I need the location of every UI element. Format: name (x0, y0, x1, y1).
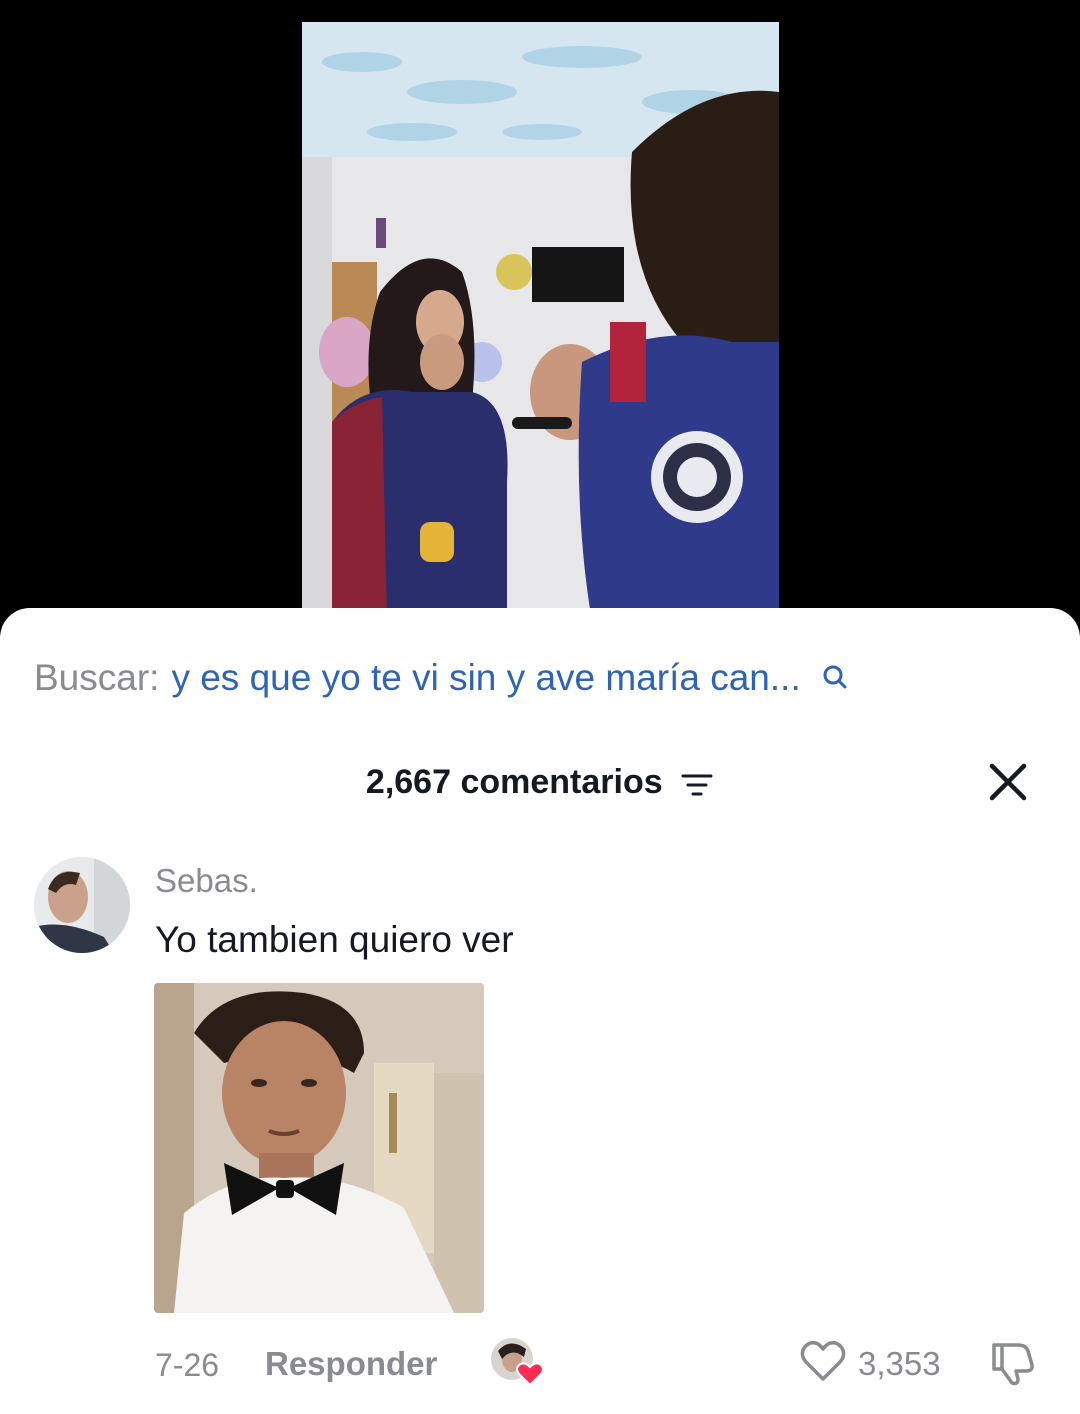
comments-header: 2,667 comentarios (0, 758, 1080, 804)
dislike-icon (992, 1343, 1034, 1386)
reply-button[interactable]: Responder (265, 1343, 437, 1385)
avatar[interactable] (34, 857, 130, 953)
video-thumbnail[interactable] (302, 22, 779, 622)
comment-username[interactable]: Sebas. (155, 861, 258, 901)
creator-liked-badge (490, 1337, 546, 1389)
like-count: 3,353 (858, 1345, 941, 1382)
search-query-link[interactable]: y es que yo te vi sin y ave maría can... (171, 654, 800, 702)
search-icon[interactable] (821, 655, 849, 689)
close-icon (989, 763, 1027, 801)
dislike-button[interactable] (988, 1339, 1038, 1387)
video-scene-illustration (302, 22, 779, 622)
like-button[interactable] (800, 1339, 846, 1383)
comment-image[interactable] (154, 983, 484, 1313)
search-label: Buscar: (34, 657, 160, 698)
comments-count: 2,667 comentarios (365, 763, 663, 802)
sort-icon[interactable] (680, 767, 714, 797)
comment-text: Yo tambien quiero ver (155, 919, 514, 960)
video-player[interactable] (0, 0, 1080, 640)
close-button[interactable] (984, 758, 1032, 806)
comment-meta-row: 7-26 Responder 3,353 (0, 1337, 1080, 1393)
heart-icon (800, 1340, 846, 1381)
comments-sheet: Buscar: y es que yo te vi sin y ave marí… (0, 608, 1080, 1414)
comment-timestamp: 7-26 (155, 1347, 220, 1383)
creator-liked-heart-icon (516, 1362, 544, 1387)
search-suggestion[interactable]: Buscar: y es que yo te vi sin y ave marí… (34, 654, 849, 702)
